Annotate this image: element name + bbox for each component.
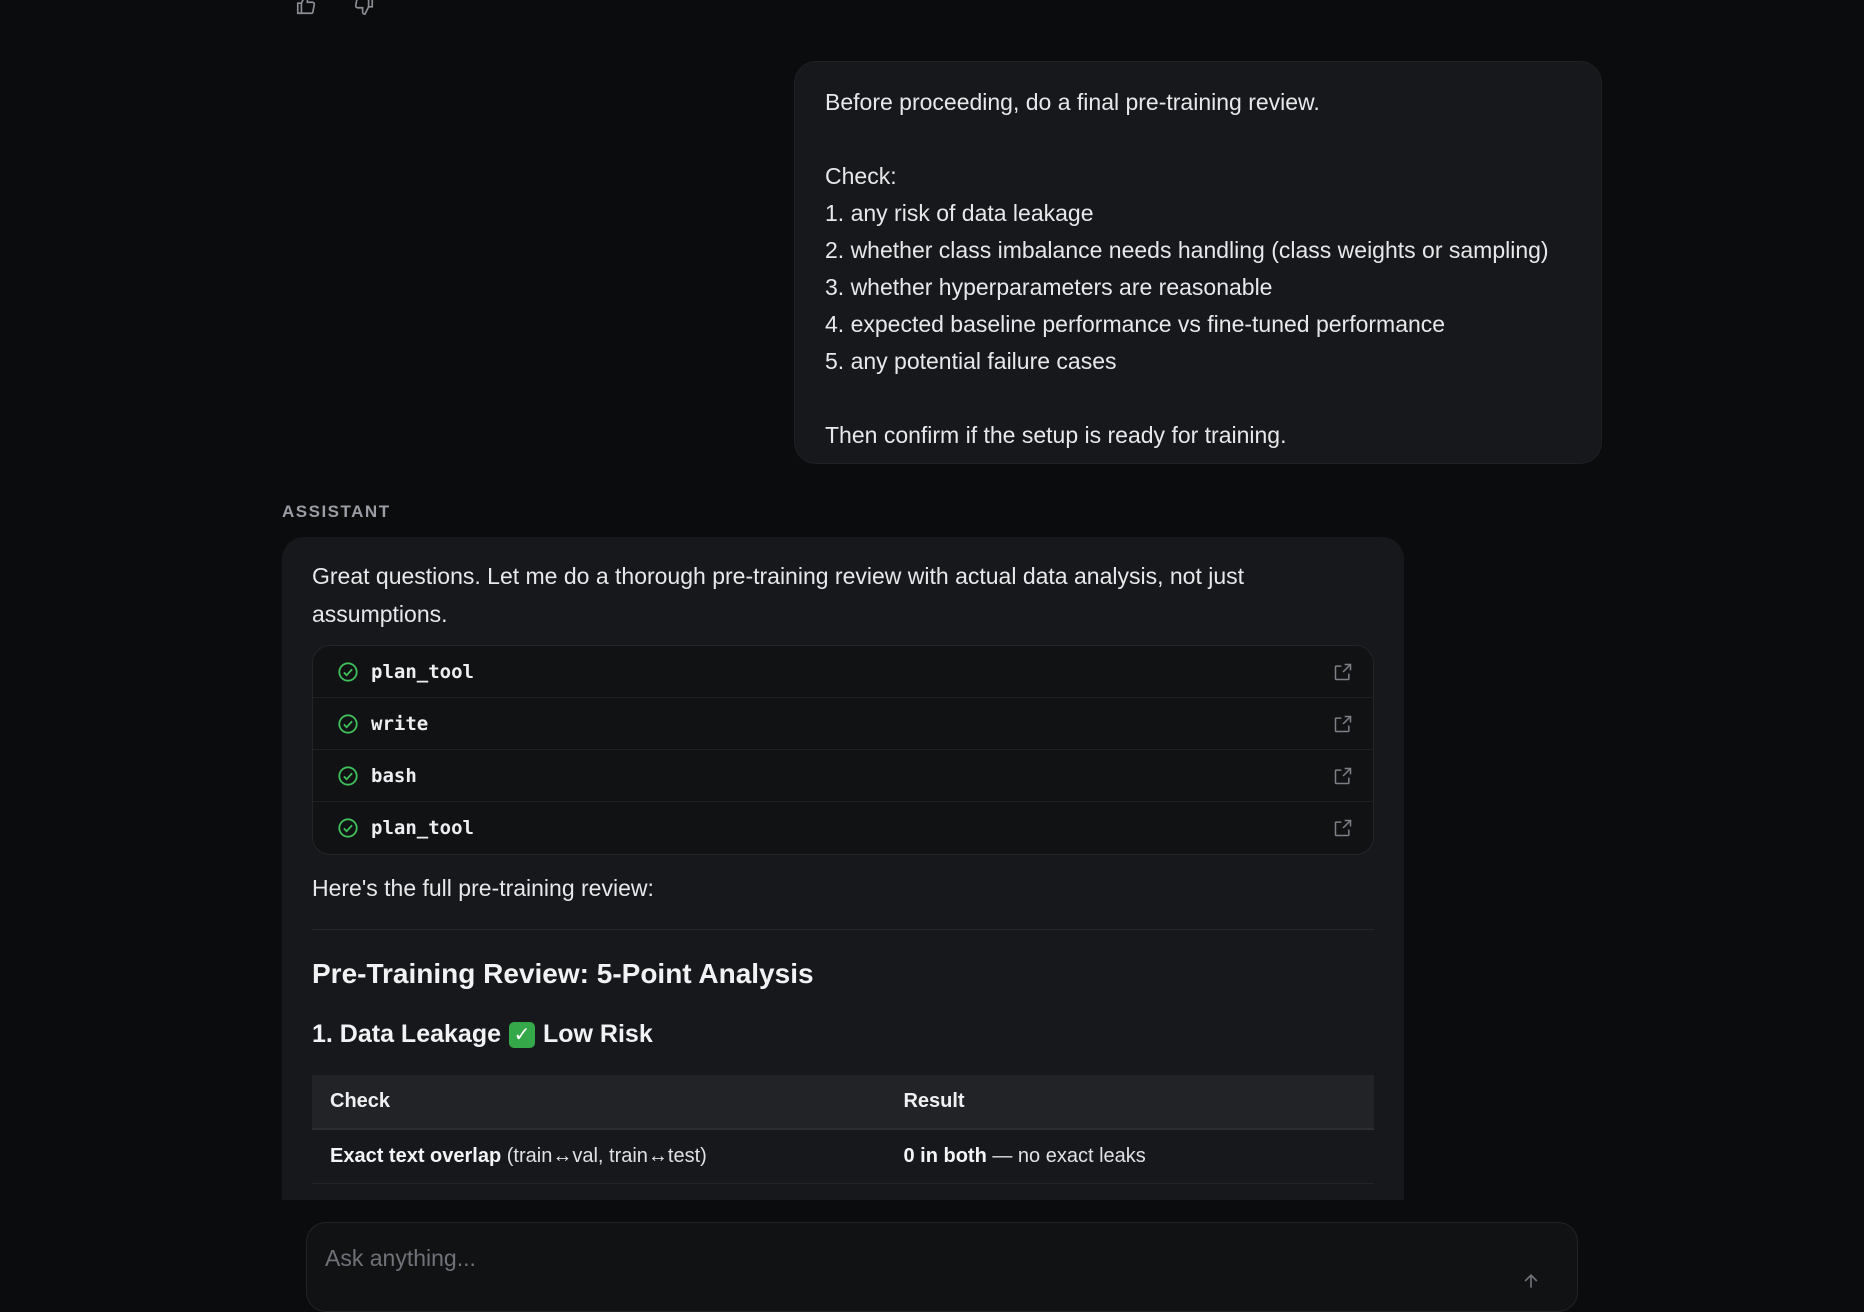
table-header-check: Check bbox=[312, 1075, 886, 1130]
user-message: Before proceeding, do a final pre-traini… bbox=[794, 61, 1602, 464]
open-external-icon[interactable] bbox=[1333, 818, 1353, 838]
table-cell-check-bold: Exact text overlap bbox=[330, 1144, 502, 1167]
table-header-row: Check Result bbox=[312, 1075, 1374, 1130]
tool-call-list: plan_tool write bash plan_tool bbox=[312, 645, 1374, 855]
message-feedback bbox=[292, 0, 378, 16]
user-message-item: 5. any potential failure cases bbox=[825, 348, 1117, 374]
user-message-check-label: Check: bbox=[825, 163, 897, 189]
open-external-icon[interactable] bbox=[1333, 714, 1353, 734]
tool-call-row[interactable]: write bbox=[313, 698, 1373, 750]
tool-call-row[interactable]: plan_tool bbox=[313, 802, 1373, 854]
table-header-result: Result bbox=[885, 1075, 1374, 1130]
user-message-item: 4. expected baseline performance vs fine… bbox=[825, 311, 1446, 337]
check-circle-icon bbox=[338, 713, 358, 734]
check-circle-icon bbox=[338, 765, 358, 786]
tool-name: write bbox=[371, 712, 429, 735]
review-heading: Pre-Training Review: 5-Point Analysis bbox=[312, 958, 814, 989]
table-cell-result-bold: 0 in both bbox=[903, 1144, 987, 1167]
table-row bbox=[312, 1183, 1374, 1200]
user-message-closing: Then confirm if the setup is ready for t… bbox=[825, 422, 1287, 448]
section-divider bbox=[312, 929, 1374, 930]
tool-name: plan_tool bbox=[371, 660, 474, 683]
open-external-icon[interactable] bbox=[1333, 662, 1353, 682]
check-mark-icon: ✓ bbox=[509, 1021, 535, 1048]
user-message-item: 1. any risk of data leakage bbox=[825, 200, 1094, 226]
tool-call-row[interactable]: plan_tool bbox=[313, 646, 1373, 698]
table-cell-result: 0 in both — no exact leaks bbox=[885, 1129, 1374, 1184]
check-circle-icon bbox=[338, 818, 358, 838]
chat-composer bbox=[306, 1222, 1578, 1312]
tool-name: bash bbox=[371, 764, 417, 787]
table-cell-check-rest: (train↔val, train↔test) bbox=[501, 1144, 707, 1167]
assistant-lead-text: Here's the full pre-training review: bbox=[312, 875, 654, 901]
open-external-icon[interactable] bbox=[1333, 766, 1353, 786]
assistant-message: Great questions. Let me do a thorough pr… bbox=[282, 537, 1404, 1200]
thumbs-up-icon[interactable] bbox=[292, 0, 320, 16]
section-heading-prefix: 1. Data Leakage bbox=[312, 1020, 501, 1048]
user-message-item: 2. whether class imbalance needs handlin… bbox=[825, 237, 1549, 263]
table-cell-result-rest: — no exact leaks bbox=[986, 1144, 1146, 1167]
leakage-table: Check Result Exact text overlap (train↔v… bbox=[312, 1075, 1374, 1200]
table-row: Exact text overlap (train↔val, train↔tes… bbox=[312, 1129, 1374, 1184]
table-cell-check: Exact text overlap (train↔val, train↔tes… bbox=[312, 1129, 886, 1184]
ask-input[interactable] bbox=[325, 1245, 1559, 1272]
tool-call-row[interactable]: bash bbox=[313, 750, 1373, 802]
send-arrow-icon[interactable] bbox=[1521, 1271, 1541, 1291]
user-message-item: 3. whether hyperparameters are reasonabl… bbox=[825, 274, 1273, 300]
user-message-line: Before proceeding, do a final pre-traini… bbox=[825, 89, 1320, 115]
section-heading-suffix: Low Risk bbox=[543, 1020, 653, 1048]
assistant-role-label: ASSISTANT bbox=[282, 502, 391, 521]
tool-name: plan_tool bbox=[371, 817, 474, 839]
section-heading-data-leakage: 1. Data Leakage ✓ Low Risk bbox=[312, 1020, 1374, 1049]
check-circle-icon bbox=[338, 661, 358, 682]
thumbs-down-icon[interactable] bbox=[350, 0, 378, 16]
assistant-intro: Great questions. Let me do a thorough pr… bbox=[312, 563, 1245, 627]
